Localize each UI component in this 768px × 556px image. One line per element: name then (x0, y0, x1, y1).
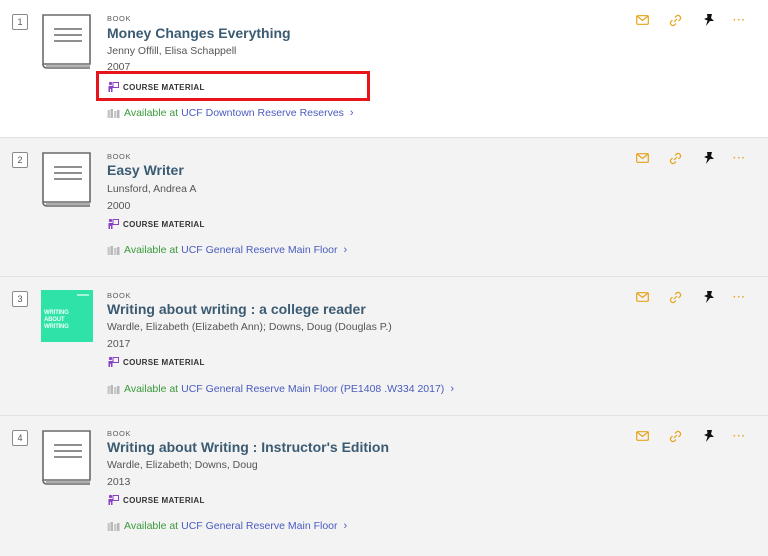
availability-line[interactable]: Available at UCF General Reserve Main Fl… (107, 383, 454, 395)
book-placeholder-icon[interactable] (40, 150, 93, 207)
availability-location-link[interactable]: UCF General Reserve Main Floor (PE1408 .… (181, 383, 444, 395)
availability-status: Available at (124, 383, 179, 395)
course-material-label: COURSE MATERIAL (123, 219, 205, 229)
more-actions-icon[interactable]: ··· (733, 12, 746, 28)
resource-type: BOOK (107, 14, 132, 23)
record-authors: Lunsford, Andrea A (107, 183, 197, 195)
availability-status: Available at (124, 107, 179, 119)
resource-type: BOOK (107, 291, 132, 300)
record-authors: Wardle, Elizabeth (Elizabeth Ann); Downs… (107, 321, 392, 333)
availability-status: Available at (124, 520, 179, 532)
course-material-label: COURSE MATERIAL (123, 495, 205, 505)
search-results-list: 1 BOOK Money Changes Everything Jenny Of… (0, 0, 768, 556)
record-actions: ··· (636, 12, 756, 28)
chevron-right-icon[interactable]: › (344, 244, 348, 256)
record-actions: ··· (636, 150, 756, 166)
book-cover-image[interactable]: WRITING ABOUT WRITING (41, 290, 93, 342)
availability-line[interactable]: Available at UCF Downtown Reserve Reserv… (107, 107, 354, 119)
more-actions-icon[interactable]: ··· (733, 289, 746, 305)
pin-icon[interactable] (703, 12, 715, 28)
course-material-icon (108, 218, 119, 229)
email-icon[interactable] (636, 150, 649, 166)
book-stack-icon (107, 521, 120, 531)
record-number: 3 (12, 291, 28, 307)
result-record[interactable]: 1 BOOK Money Changes Everything Jenny Of… (0, 0, 768, 138)
permalink-icon[interactable] (669, 12, 682, 28)
result-record[interactable]: 4 BOOK Writing about Writing : Instructo… (0, 416, 768, 556)
course-material-icon (108, 494, 119, 505)
book-placeholder-icon[interactable] (40, 428, 93, 485)
permalink-icon[interactable] (669, 150, 682, 166)
record-actions: ··· (636, 428, 756, 444)
resource-type: BOOK (107, 152, 132, 161)
chevron-right-icon[interactable]: › (450, 383, 454, 395)
course-material-icon (108, 356, 119, 367)
availability-status: Available at (124, 244, 179, 256)
record-authors: Wardle, Elizabeth; Downs, Doug (107, 459, 258, 471)
email-icon[interactable] (636, 428, 649, 444)
record-number: 4 (12, 430, 28, 446)
result-record[interactable]: 3 WRITING ABOUT WRITING BOOK Writing abo… (0, 277, 768, 416)
record-number: 1 (12, 14, 28, 30)
availability-line[interactable]: Available at UCF General Reserve Main Fl… (107, 520, 347, 532)
pin-icon[interactable] (703, 289, 715, 305)
chevron-right-icon[interactable]: › (350, 107, 354, 119)
more-actions-icon[interactable]: ··· (733, 150, 746, 166)
availability-location-link[interactable]: UCF General Reserve Main Floor (181, 520, 337, 532)
permalink-icon[interactable] (669, 428, 682, 444)
resource-type: BOOK (107, 429, 132, 438)
cover-text: ABOUT (44, 317, 65, 323)
more-actions-icon[interactable]: ··· (733, 428, 746, 444)
book-placeholder-icon[interactable] (40, 12, 93, 69)
record-year: 2013 (107, 476, 131, 488)
course-material-icon (108, 81, 119, 92)
record-year: 2000 (107, 200, 131, 212)
course-material-label: COURSE MATERIAL (123, 82, 205, 92)
course-material-badge: COURSE MATERIAL (107, 80, 205, 94)
book-stack-icon (107, 384, 120, 394)
chevron-right-icon[interactable]: › (344, 520, 348, 532)
record-title-link[interactable]: Money Changes Everything (107, 25, 291, 41)
book-stack-icon (107, 245, 120, 255)
record-title-link[interactable]: Writing about Writing : Instructor's Edi… (107, 439, 389, 455)
record-title-link[interactable]: Writing about writing : a college reader (107, 301, 366, 317)
availability-location-link[interactable]: UCF General Reserve Main Floor (181, 244, 337, 256)
record-actions: ··· (636, 289, 756, 305)
record-year: 2017 (107, 338, 131, 350)
record-authors: Jenny Offill, Elisa Schappell (107, 45, 237, 57)
course-material-badge: COURSE MATERIAL (107, 217, 205, 231)
cover-text: WRITING (44, 324, 69, 330)
pin-icon[interactable] (703, 150, 715, 166)
availability-line[interactable]: Available at UCF General Reserve Main Fl… (107, 244, 347, 256)
availability-location-link[interactable]: UCF Downtown Reserve Reserves (181, 107, 344, 119)
course-material-label: COURSE MATERIAL (123, 357, 205, 367)
record-year: 2007 (107, 61, 131, 73)
cover-text: WRITING (44, 310, 69, 316)
record-title-link[interactable]: Easy Writer (107, 162, 184, 178)
course-material-badge: COURSE MATERIAL (107, 493, 205, 507)
course-material-badge: COURSE MATERIAL (107, 355, 205, 369)
pin-icon[interactable] (703, 428, 715, 444)
email-icon[interactable] (636, 289, 649, 305)
record-number: 2 (12, 152, 28, 168)
permalink-icon[interactable] (669, 289, 682, 305)
email-icon[interactable] (636, 12, 649, 28)
result-record[interactable]: 2 BOOK Easy Writer Lunsford, Andrea A 20… (0, 138, 768, 277)
book-stack-icon (107, 108, 120, 118)
